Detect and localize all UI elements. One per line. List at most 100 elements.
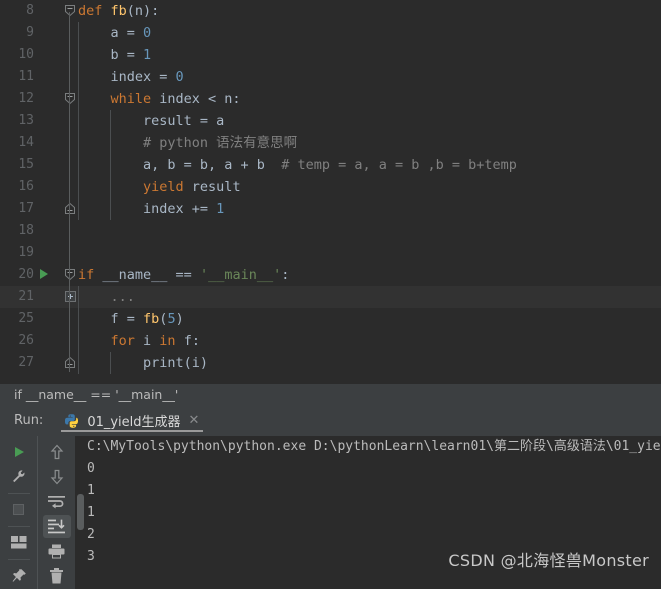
code-text: print(i) xyxy=(143,355,209,371)
code-line[interactable]: 12 while index < n: xyxy=(0,88,661,110)
watermark: CSDN @北海怪兽Monster xyxy=(448,551,649,570)
code-line[interactable]: 13 result = a xyxy=(0,110,661,132)
line-gutter[interactable]: 11 xyxy=(0,66,62,88)
code-line[interactable]: 15 a, b = b, a + b # temp = a, a = b ,b … xyxy=(0,154,661,176)
code-line[interactable]: 25 f = fb(5) xyxy=(0,308,661,330)
indent-guide xyxy=(78,22,79,44)
run-gutter-icon[interactable] xyxy=(40,269,48,279)
code-line[interactable]: 10 b = 1 xyxy=(0,44,661,66)
toolbar-divider-3 xyxy=(7,558,30,560)
line-gutter[interactable]: 12 xyxy=(0,88,62,110)
indent-guide xyxy=(110,352,112,374)
console-scrollbar[interactable] xyxy=(77,494,84,530)
console-output-line: 1 xyxy=(87,483,95,498)
run-tool-window-header: Run: 01_yield生成器 ✕ xyxy=(0,405,661,436)
line-number: 19 xyxy=(18,245,34,260)
code-line[interactable]: 18 xyxy=(0,220,661,242)
stop-button[interactable] xyxy=(5,498,33,520)
code-text: a, b = b, a + b # temp = a, a = b ,b = b… xyxy=(78,157,517,173)
line-gutter[interactable]: 20 xyxy=(0,264,62,286)
code-text: # python 语法有意思啊 xyxy=(78,135,298,151)
toolbar-divider-2 xyxy=(7,525,30,527)
line-number: 16 xyxy=(18,179,34,194)
line-gutter[interactable]: 18 xyxy=(0,220,62,242)
run-tab-name: 01_yield生成器 xyxy=(87,415,181,430)
code-line[interactable]: 14 # python 语法有意思啊 xyxy=(0,132,661,154)
close-icon[interactable]: ✕ xyxy=(189,414,200,427)
line-gutter[interactable]: 10 xyxy=(0,44,62,66)
code-text: index = 0 xyxy=(78,69,184,85)
code-line[interactable]: 17 index += 1 xyxy=(0,198,661,220)
code-text: f = fb(5) xyxy=(78,311,184,327)
line-gutter[interactable]: 25 xyxy=(0,308,62,330)
line-gutter[interactable]: 14 xyxy=(0,132,62,154)
fold-column[interactable] xyxy=(62,220,78,242)
code-line[interactable]: 26 for i in f: xyxy=(0,330,661,352)
console-command: C:\MyTools\python\python.exe D:\pythonLe… xyxy=(87,439,661,454)
debug-button[interactable] xyxy=(5,465,33,487)
line-gutter[interactable]: 8 xyxy=(0,0,62,22)
rerun-button[interactable] xyxy=(5,441,33,463)
line-number: 25 xyxy=(18,311,34,326)
pin-button[interactable] xyxy=(5,565,33,587)
code-text: ... xyxy=(78,289,135,305)
indent-guide xyxy=(110,110,112,132)
indent-guide xyxy=(78,198,79,220)
code-line[interactable]: 16 yield result xyxy=(0,176,661,198)
run-console[interactable]: C:\MyTools\python\python.exe D:\pythonLe… xyxy=(75,436,661,589)
code-text: if __name__ == '__main__': xyxy=(78,267,290,283)
arrow-up-button[interactable] xyxy=(43,441,71,464)
line-gutter[interactable]: 16 xyxy=(0,176,62,198)
arrow-down-button[interactable] xyxy=(43,466,71,489)
code-line[interactable]: 11 index = 0 xyxy=(0,66,661,88)
trash-button[interactable] xyxy=(43,564,71,587)
scroll-to-end-button[interactable] xyxy=(42,515,71,538)
code-text: a = 0 xyxy=(78,25,152,41)
line-gutter[interactable]: 26 xyxy=(0,330,62,352)
indent-guide xyxy=(110,176,112,198)
code-line[interactable]: 8 def fb(n): xyxy=(0,0,661,22)
indent-guide xyxy=(78,176,79,198)
print-button[interactable] xyxy=(43,540,71,563)
indent-guide xyxy=(78,154,79,176)
run-toolbar-left xyxy=(0,436,37,589)
console-output-line: 0 xyxy=(87,461,95,476)
console-output-line: 1 xyxy=(87,505,95,520)
fold-column[interactable] xyxy=(62,242,78,264)
line-gutter[interactable]: 15 xyxy=(0,154,62,176)
code-text: result = a xyxy=(78,113,225,129)
line-gutter[interactable]: 17 xyxy=(0,198,62,220)
layout-button[interactable] xyxy=(5,532,33,554)
indent-guide xyxy=(78,286,79,308)
line-number: 17 xyxy=(18,201,34,216)
line-gutter[interactable]: 21 xyxy=(0,286,62,308)
code-line[interactable]: 21 ... xyxy=(0,286,661,308)
line-gutter[interactable]: 9 xyxy=(0,22,62,44)
code-text: yield result xyxy=(143,179,241,195)
line-number: 9 xyxy=(26,25,34,40)
soft-wrap-button[interactable] xyxy=(43,490,71,513)
run-configuration-tab[interactable]: 01_yield生成器 ✕ xyxy=(61,405,204,436)
line-number: 26 xyxy=(18,333,34,348)
line-gutter[interactable]: 19 xyxy=(0,242,62,264)
toolbar-divider xyxy=(7,492,30,494)
code-text: b = 1 xyxy=(78,47,152,63)
code-line[interactable]: 20 if __name__ == '__main__': xyxy=(0,264,661,286)
code-line[interactable]: 19 xyxy=(0,242,661,264)
indent-guide xyxy=(78,132,79,154)
line-gutter[interactable]: 27 xyxy=(0,352,62,374)
indent-guide xyxy=(78,308,79,330)
run-toolbar-right xyxy=(37,436,75,589)
code-line[interactable]: 27 print(i) xyxy=(0,352,661,374)
breadcrumb[interactable]: if __name__ == '__main__' xyxy=(0,383,661,405)
indent-guide xyxy=(78,44,79,66)
line-gutter[interactable]: 13 xyxy=(0,110,62,132)
code-editor[interactable]: 8 def fb(n): 9 a = 0 10 b = 1 11 index = 0 12… xyxy=(0,0,661,383)
indent-guide xyxy=(78,330,79,352)
line-number: 14 xyxy=(18,135,34,150)
run-tool-window: Run: 01_yield生成器 ✕ C:\MyTools\python\pyt… xyxy=(0,405,661,589)
code-line[interactable]: 9 a = 0 xyxy=(0,22,661,44)
ide-window: 8 def fb(n): 9 a = 0 10 b = 1 11 index = 0 12… xyxy=(0,0,661,589)
indent-guide xyxy=(110,132,112,154)
line-number: 8 xyxy=(26,3,34,18)
